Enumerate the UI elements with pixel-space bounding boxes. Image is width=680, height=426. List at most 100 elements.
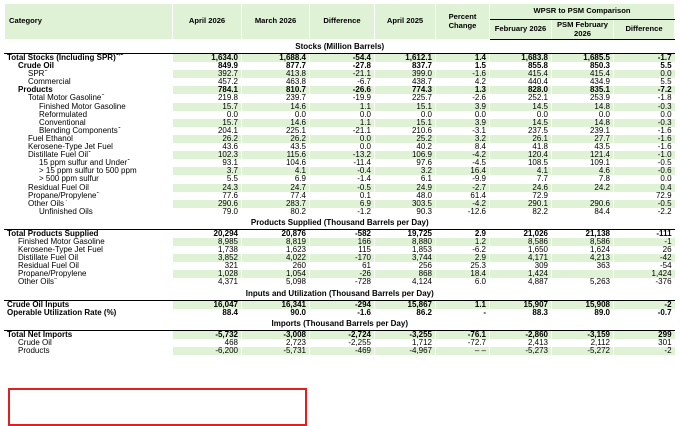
row-label: Products bbox=[4, 86, 173, 95]
table-cell: 102.3 bbox=[172, 151, 242, 160]
table-cell: 86.2 bbox=[374, 308, 436, 317]
row-label: Blending Components1 bbox=[4, 126, 173, 135]
table-cell: 6.9 bbox=[241, 175, 310, 184]
table-cell: -0.4 bbox=[309, 167, 375, 176]
table-cell: 828.0 bbox=[489, 86, 552, 95]
table-cell: -54.4 bbox=[309, 53, 375, 63]
table-cell: 20,294 bbox=[172, 229, 242, 238]
table-cell: 15,907 bbox=[489, 300, 552, 309]
table-cell: 90.0 bbox=[241, 308, 310, 317]
table-cell: -469 bbox=[309, 346, 375, 355]
table-cell: 3.9 bbox=[435, 102, 490, 111]
table-cell: 1,683.8 bbox=[489, 53, 552, 63]
table-cell: -19.9 bbox=[309, 94, 375, 103]
table-row: Fuel Ethanol 26.2 26.2 0.0 25.2 3.2 26.1 27.7 -1… bbox=[4, 134, 675, 144]
table-cell: -1.6 bbox=[435, 70, 490, 79]
col-header-february-2026: February 2026 bbox=[489, 19, 552, 40]
table-cell: 204.1 bbox=[172, 126, 242, 135]
table-cell: -21.1 bbox=[309, 126, 375, 135]
row-label: Crude Oil bbox=[4, 62, 173, 71]
col-header-percent-change: Percent Change bbox=[435, 3, 490, 40]
table-cell: -2 bbox=[612, 346, 675, 355]
table-row: Commercial 457.2 463.8 -6.7 438.7 4.2 440.4 434… bbox=[4, 78, 675, 87]
table-cell: 290.6 bbox=[551, 199, 614, 208]
table-cell: -5,272 bbox=[551, 346, 614, 355]
table-cell: 90.3 bbox=[374, 207, 436, 216]
table-cell: 15.1 bbox=[374, 102, 436, 111]
table-cell: -1.2 bbox=[309, 207, 375, 216]
table-cell: -5,273 bbox=[489, 346, 552, 355]
table-cell: 3.7 bbox=[172, 167, 242, 176]
table-cell: 810.7 bbox=[241, 86, 310, 95]
table-cell: 0.0 bbox=[612, 175, 675, 184]
table-cell: -6.7 bbox=[309, 78, 375, 87]
table-cell: -1.8 bbox=[612, 94, 675, 103]
table-cell: 77.6 bbox=[172, 191, 242, 200]
table-cell: 434.9 bbox=[551, 78, 614, 87]
table-cell: 15.7 bbox=[172, 102, 242, 111]
row-label-text: SPR bbox=[28, 70, 45, 79]
row-label-text: Products bbox=[18, 346, 50, 355]
table-cell: 239.7 bbox=[241, 94, 310, 103]
row-label-text: Crude Oil bbox=[18, 62, 55, 71]
table-row: Distillate Fuel Oil 3,852 4,022 -170 3,744 2.… bbox=[4, 254, 675, 263]
table-cell: -11.4 bbox=[309, 159, 375, 168]
table-cell: 0.1 bbox=[309, 191, 375, 200]
row-label-text: Residual Fuel Oil bbox=[28, 183, 89, 192]
table-cell: 1.4 bbox=[435, 53, 490, 63]
footnote-marker: 1 bbox=[88, 151, 92, 155]
table-cell: 1.5 bbox=[435, 62, 490, 71]
table-cell: 0.0 bbox=[309, 143, 375, 152]
row-label-text: Propane/Propylene bbox=[18, 270, 87, 279]
table-cell: -1.6 bbox=[612, 143, 675, 152]
table-cell: 25.3 bbox=[435, 262, 490, 271]
table-cell: 239.1 bbox=[551, 126, 614, 135]
table-cell: 1,028 bbox=[172, 270, 242, 279]
table-cell: -26 bbox=[309, 270, 375, 279]
footnote-marker: 2 bbox=[96, 191, 100, 195]
table-cell: -12.6 bbox=[435, 207, 490, 216]
table-cell: 457.2 bbox=[172, 78, 242, 87]
table-cell: 25.2 bbox=[374, 134, 436, 144]
row-label: Distillate Fuel Oil1 bbox=[4, 151, 173, 160]
col-header-wpsr-comparison: WPSR to PSM Comparison bbox=[488, 3, 676, 20]
table-cell: -2,255 bbox=[309, 338, 375, 347]
table-cell: 24.6 bbox=[489, 183, 552, 192]
table-cell: 463.8 bbox=[241, 78, 310, 87]
row-label-text: Operable Utilization Rate (%) bbox=[7, 308, 117, 317]
row-label: Operable Utilization Rate (%) bbox=[4, 308, 173, 317]
row-label: Other Oils4 bbox=[4, 199, 173, 208]
table-cell: 1,853 bbox=[374, 246, 436, 255]
section-title-imports: Imports (Thousand Barrels per Day) bbox=[3, 316, 675, 331]
table-cell: 40.2 bbox=[374, 143, 436, 152]
table-cell: 115.6 bbox=[241, 151, 310, 160]
table-cell: 4,213 bbox=[551, 254, 614, 263]
table-cell: -7.2 bbox=[612, 86, 675, 95]
row-label-text: Blending Components bbox=[39, 126, 118, 135]
table-cell: 837.7 bbox=[374, 62, 436, 71]
table-cell: 1,424 bbox=[489, 270, 552, 279]
table-cell: -2.7 bbox=[435, 183, 490, 192]
row-label-text: Unfinished Oils bbox=[39, 207, 93, 216]
table-row: Distillate Fuel Oil1 102.3 115.6 -13.2 106.9… bbox=[4, 151, 675, 160]
table-cell: -42 bbox=[612, 254, 675, 263]
table-cell: 82.2 bbox=[489, 207, 552, 216]
table-cell: 48.0 bbox=[374, 191, 436, 200]
table-row: Crude Oil 849.9 877.7 -27.8 837.7 1.5 855.8 850… bbox=[4, 62, 675, 71]
table-cell: 1.1 bbox=[309, 102, 375, 111]
table-row: Products 784.1 810.7 -26.6 774.3 1.3 828.0 835.… bbox=[4, 86, 675, 95]
table-cell: -0.5 bbox=[612, 199, 675, 208]
table-cell: 7.8 bbox=[551, 175, 614, 184]
table-row: 15 ppm sulfur and Under1 93.1 104.6 -11.4 97… bbox=[4, 159, 675, 168]
table-cell: 21,026 bbox=[489, 229, 552, 238]
table-row: > 500 ppm sulfur 5.5 6.9 -1.4 6.1 -9.9 7.7 7.8 0… bbox=[4, 175, 675, 184]
table-cell bbox=[551, 270, 614, 279]
table-cell: 4,124 bbox=[374, 278, 436, 287]
row-label: SPR3 bbox=[4, 70, 173, 79]
row-label: Kerosene-Type Jet Fuel bbox=[4, 246, 173, 255]
row-label-text: Commercial bbox=[28, 78, 71, 87]
table-cell: -1.6 bbox=[612, 134, 675, 144]
table-row: Other Oils5 4,371 5,098 -728 4,124 6.0 4,887 5,… bbox=[4, 278, 675, 287]
table-cell: - bbox=[435, 308, 490, 317]
data-table-container: Category April 2026 March 2026 Differenc… bbox=[3, 3, 676, 426]
